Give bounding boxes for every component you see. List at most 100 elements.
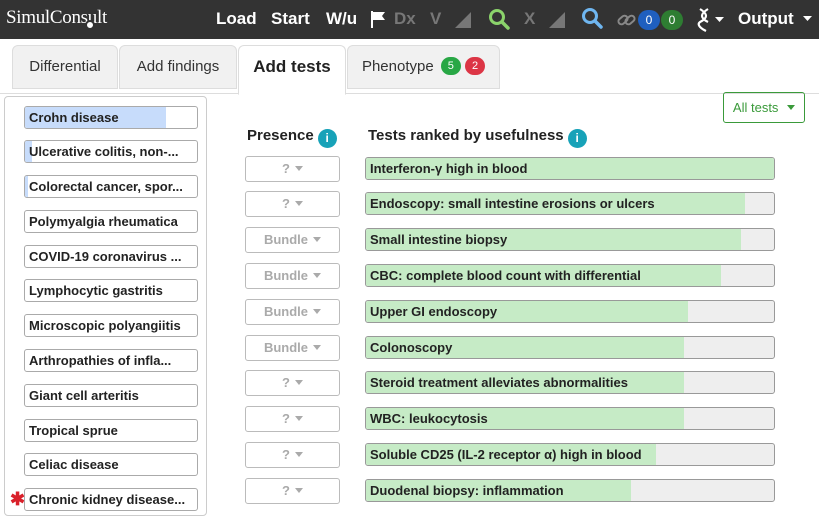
presence-select[interactable]: ?	[245, 370, 340, 396]
dx-button[interactable]: Dx	[394, 9, 416, 29]
chevron-down-icon	[294, 166, 303, 171]
test-label: Steroid treatment alleviates abnormaliti…	[370, 375, 628, 390]
diagnosis-item[interactable]: Microscopic polyangiitis	[24, 314, 198, 337]
tab-differential[interactable]: Differential	[12, 45, 118, 89]
diagnosis-label: Lymphocytic gastritis	[29, 283, 163, 298]
top-navbar: SimulConsult Load Start W/u Dx V X 0 0 O…	[0, 0, 819, 39]
chevron-down-icon	[313, 309, 322, 314]
tab-phenotype[interactable]: Phenotype 5 2	[347, 45, 500, 89]
test-row[interactable]: Steroid treatment alleviates abnormaliti…	[365, 371, 775, 394]
chevron-down-icon	[294, 201, 303, 206]
diagnosis-item[interactable]: Lymphocytic gastritis	[24, 279, 198, 302]
count-blue-badge: 0	[638, 10, 660, 30]
chevron-down-icon	[294, 380, 303, 385]
diagnosis-label: Chronic kidney disease...	[29, 492, 186, 507]
diagnosis-label: Crohn disease	[29, 110, 119, 125]
info-icon[interactable]: i	[317, 129, 337, 148]
dna-caret-icon[interactable]	[715, 17, 724, 23]
test-row[interactable]: WBC: leukocytosis	[365, 407, 775, 430]
test-row[interactable]: Endoscopy: small intestine erosions or u…	[365, 192, 775, 215]
presence-value: Bundle	[263, 304, 309, 319]
test-row[interactable]: CBC: complete blood count with different…	[365, 264, 775, 287]
diagnosis-label: Celiac disease	[29, 457, 119, 472]
chevron-down-icon	[313, 237, 322, 242]
chevron-down-icon	[313, 345, 322, 350]
tests-header-label: Tests ranked by usefulness	[368, 127, 564, 144]
test-label: Colonoscopy	[370, 340, 453, 355]
tab-add-tests-label: Add tests	[253, 57, 331, 76]
output-caret-icon[interactable]	[803, 16, 812, 22]
x-button[interactable]: X	[524, 9, 535, 29]
differential-sidebar: Crohn disease Ulcerative colitis, non-..…	[4, 96, 207, 516]
test-label: Upper GI endoscopy	[370, 304, 498, 319]
chevron-down-icon	[313, 273, 322, 278]
output-menu[interactable]: Output	[738, 9, 794, 29]
diagnosis-item[interactable]: Arthropathies of infla...	[24, 349, 198, 372]
presence-select[interactable]: ?	[245, 191, 340, 217]
diagnosis-label: Ulcerative colitis, non-...	[29, 144, 179, 159]
test-row[interactable]: Upper GI endoscopy	[365, 300, 775, 323]
presence-header-label: Presence	[247, 127, 314, 144]
tab-add-tests[interactable]: Add tests	[238, 45, 346, 95]
test-row[interactable]: Interferon-γ high in blood	[365, 157, 775, 180]
chevron-down-icon	[787, 105, 796, 110]
presence-select[interactable]: Bundle	[245, 263, 340, 289]
test-row[interactable]: Duodenal biopsy: inflammation	[365, 479, 775, 502]
presence-select[interactable]: Bundle	[245, 227, 340, 253]
diagnosis-item[interactable]: Ulcerative colitis, non-...	[24, 140, 198, 163]
presence-select[interactable]: Bundle	[245, 299, 340, 325]
presence-value: ?	[282, 375, 290, 390]
diagnosis-item[interactable]: Colorectal cancer, spor...	[24, 175, 198, 198]
presence-select[interactable]: ?	[245, 442, 340, 468]
test-row[interactable]: Colonoscopy	[365, 336, 775, 359]
workup-button[interactable]: W/u	[326, 9, 357, 29]
all-tests-dropdown[interactable]: All tests	[723, 92, 805, 123]
presence-select[interactable]: ?	[245, 406, 340, 432]
test-label: Interferon-γ high in blood	[370, 161, 528, 176]
diagnosis-item[interactable]: Crohn disease	[24, 106, 198, 129]
logo-mark-icon	[85, 20, 95, 30]
test-label: Endoscopy: small intestine erosions or u…	[370, 196, 655, 211]
chevron-down-icon	[294, 416, 303, 421]
search-blue-icon[interactable]	[581, 7, 603, 29]
diagnosis-item[interactable]: Giant cell arteritis	[24, 384, 198, 407]
test-row[interactable]: Small intestine biopsy	[365, 228, 775, 251]
tab-add-findings[interactable]: Add findings	[119, 45, 237, 89]
flag-icon[interactable]	[370, 11, 386, 28]
diagnosis-item[interactable]: Chronic kidney disease...	[24, 488, 198, 511]
v-button[interactable]: V	[430, 9, 441, 29]
corner-flag-icon-2[interactable]	[549, 12, 565, 28]
test-row[interactable]: Soluble CD25 (IL-2 receptor α) high in b…	[365, 443, 775, 466]
presence-select[interactable]: Bundle	[245, 335, 340, 361]
diagnosis-item[interactable]: COVID-19 coronavirus ...	[24, 245, 198, 268]
presence-value: Bundle	[263, 340, 309, 355]
diagnosis-label: Polymyalgia rheumatica	[29, 214, 178, 229]
tests-header: Tests ranked by usefulness i	[368, 127, 587, 148]
dna-icon[interactable]	[697, 8, 711, 32]
test-label: Small intestine biopsy	[370, 232, 508, 247]
test-label: Soluble CD25 (IL-2 receptor α) high in b…	[370, 447, 642, 462]
presence-select[interactable]: ?	[245, 478, 340, 504]
count-green-badge: 0	[661, 10, 683, 30]
diagnosis-item[interactable]: Polymyalgia rheumatica	[24, 210, 198, 233]
phenotype-red-badge: 2	[465, 57, 486, 75]
presence-value: ?	[282, 483, 290, 498]
presence-value: ?	[282, 411, 290, 426]
tab-phenotype-label: Phenotype	[361, 58, 434, 75]
info-icon[interactable]: i	[567, 129, 587, 148]
test-label: CBC: complete blood count with different…	[370, 268, 641, 283]
load-button[interactable]: Load	[216, 9, 257, 29]
diagnosis-item[interactable]: Celiac disease	[24, 453, 198, 476]
chevron-down-icon	[294, 488, 303, 493]
presence-select[interactable]: ?	[245, 156, 340, 182]
presence-value: ?	[282, 161, 290, 176]
search-icon[interactable]	[488, 8, 510, 30]
diagnosis-label: COVID-19 coronavirus ...	[29, 249, 182, 264]
presence-value: ?	[282, 447, 290, 462]
test-label: Duodenal biopsy: inflammation	[370, 483, 564, 498]
link-icon[interactable]	[617, 11, 637, 29]
corner-flag-icon[interactable]	[455, 12, 471, 28]
start-button[interactable]: Start	[271, 9, 310, 29]
diagnosis-item[interactable]: Tropical sprue	[24, 419, 198, 442]
diagnosis-label: Tropical sprue	[29, 423, 118, 438]
